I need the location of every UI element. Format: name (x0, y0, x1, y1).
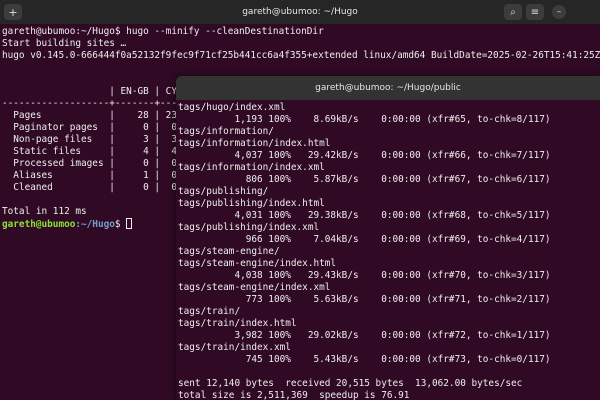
text-cursor (126, 218, 133, 229)
rsync-output-line: tags/information/index.html (178, 138, 331, 149)
rsync-output-line (178, 366, 598, 378)
rsync-output-line: tags/publishing/ (178, 186, 269, 197)
front-terminal-window[interactable]: gareth@ubumoo: ~/Hugo/public tags/hugo/i… (176, 76, 600, 400)
rsync-output-line: tags/hugo/index.xml (178, 102, 286, 113)
front-terminal-output[interactable]: tags/hugo/index.xml 1,193 100% 8.69kB/s … (176, 100, 600, 400)
rsync-output-line: 966 100% 7.04kB/s 0:00:00 (xfr#69, to-ch… (178, 234, 551, 245)
rsync-output-line: 1,193 100% 8.69kB/s 0:00:00 (xfr#65, to-… (178, 114, 551, 125)
prompt-user: gareth@ubumoo (2, 219, 76, 230)
rsync-output-line: sent 12,140 bytes received 20,515 bytes … (178, 378, 523, 389)
rsync-output-line: tags/information/ (178, 126, 274, 137)
prompt-symbol: $ (114, 219, 127, 230)
front-window-titlebar[interactable]: gareth@ubumoo: ~/Hugo/public (176, 76, 600, 100)
back-window-titlebar[interactable]: + gareth@ubumoo: ~/Hugo ⌕ ≡ – (0, 0, 600, 24)
rsync-output-line: tags/publishing/index.xml (178, 222, 320, 233)
rsync-output-line: tags/publishing/index.html (178, 198, 325, 209)
rsync-output-line: tags/train/index.html (178, 318, 297, 329)
rsync-output-line: 745 100% 5.43kB/s 0:00:00 (xfr#73, to-ch… (178, 354, 551, 365)
rsync-output-line: tags/information/index.xml (178, 162, 325, 173)
rsync-output-line: tags/steam-engine/index.html (178, 258, 337, 269)
rsync-output-line: tags/train/ (178, 306, 241, 317)
menu-icon[interactable]: ≡ (526, 4, 544, 20)
rsync-output-line: 4,037 100% 29.42kB/s 0:00:00 (xfr#66, to… (178, 150, 551, 161)
rsync-output-line: total size is 2,511,369 speedup is 76.91 (178, 390, 410, 400)
terminal-line: Start building sites … (2, 38, 127, 49)
rsync-output-line: tags/steam-engine/ (178, 246, 280, 257)
rsync-output-line: tags/steam-engine/index.xml (178, 282, 331, 293)
new-tab-icon[interactable]: + (4, 4, 22, 20)
rsync-output-line: 4,038 100% 29.43kB/s 0:00:00 (xfr#70, to… (178, 270, 551, 281)
rsync-output-line: 806 100% 5.87kB/s 0:00:00 (xfr#67, to-ch… (178, 174, 551, 185)
rsync-output-line: 773 100% 5.63kB/s 0:00:00 (xfr#71, to-ch… (178, 294, 551, 305)
front-window-title: gareth@ubumoo: ~/Hugo/public (315, 83, 461, 93)
search-icon[interactable]: ⌕ (504, 4, 522, 20)
prompt-path: :~/Hugo (75, 219, 115, 230)
terminal-line: gareth@ubumoo:~/Hugo$ hugo --minify --cl… (2, 26, 324, 37)
rsync-output-line: tags/train/index.xml (178, 342, 291, 353)
minimize-icon[interactable]: – (552, 5, 566, 19)
rsync-output-line: 4,031 100% 29.38kB/s 0:00:00 (xfr#68, to… (178, 210, 551, 221)
terminal-line: hugo v0.145.0-666444f0a52132f9fec9f71cf2… (2, 50, 600, 61)
rsync-output-line: 3,982 100% 29.02kB/s 0:00:00 (xfr#72, to… (178, 330, 551, 341)
back-window-title: gareth@ubumoo: ~/Hugo (242, 7, 358, 17)
